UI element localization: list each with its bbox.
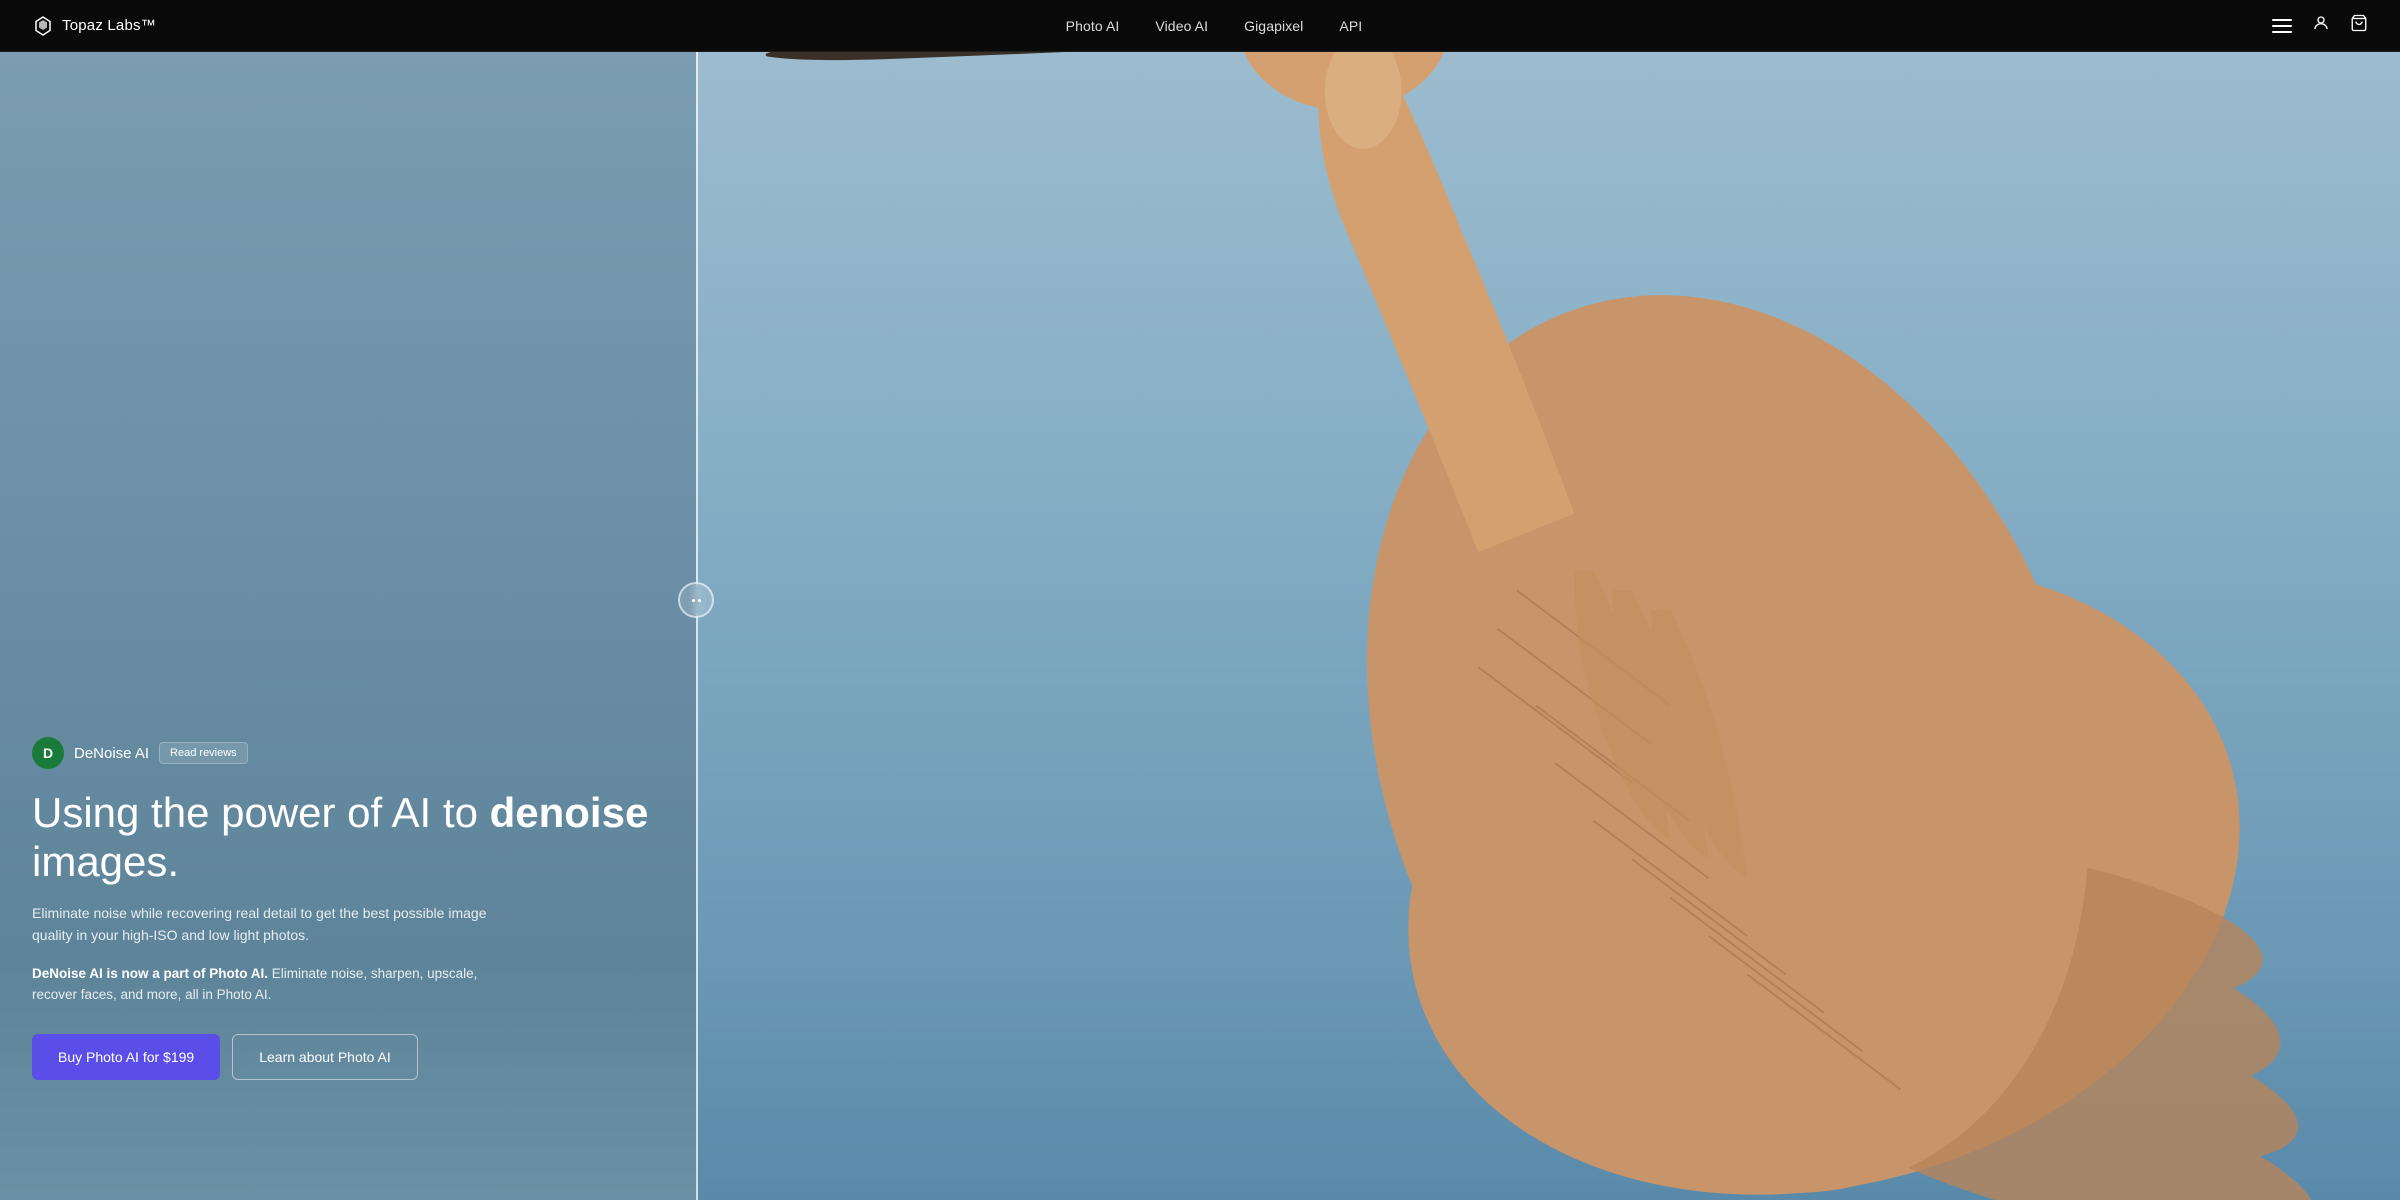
menu-icon[interactable] <box>2272 19 2292 33</box>
navigation: Topaz Labs™ Photo AI Video AI Gigapixel … <box>0 0 2400 52</box>
read-reviews-button[interactable]: Read reviews <box>159 742 248 764</box>
nav-brand: Topaz Labs™ <box>32 15 156 37</box>
nav-link-gigapixel[interactable]: Gigapixel <box>1244 18 1303 34</box>
nav-link-video-ai[interactable]: Video AI <box>1155 18 1208 34</box>
cart-icon[interactable] <box>2350 14 2368 37</box>
note-bold: DeNoise AI is now a part of Photo AI. <box>32 966 268 981</box>
hero-section: D DeNoise AI Read reviews Using the powe… <box>0 0 2400 1200</box>
topaz-logo-icon <box>32 15 54 37</box>
nav-logo-text: Topaz Labs™ <box>62 17 156 34</box>
learn-button[interactable]: Learn about Photo AI <box>232 1034 418 1080</box>
nav-links: Photo AI Video AI Gigapixel API <box>1066 18 1363 34</box>
product-name-label: DeNoise AI <box>74 745 149 762</box>
headline-plain: Using the power of AI to <box>32 789 490 836</box>
hero-cta-buttons: Buy Photo AI for $199 Learn about Photo … <box>32 1034 696 1080</box>
hero-content: D DeNoise AI Read reviews Using the powe… <box>0 52 696 1200</box>
product-badge: D DeNoise AI Read reviews <box>32 737 696 769</box>
headline-end: images. <box>32 838 179 885</box>
hero-subtext: Eliminate noise while recovering real de… <box>32 902 492 947</box>
denoise-product-icon: D <box>32 737 64 769</box>
nav-actions <box>2272 14 2368 37</box>
nav-link-photo-ai[interactable]: Photo AI <box>1066 18 1120 34</box>
hero-bird-image <box>672 0 2400 1200</box>
account-icon[interactable] <box>2312 14 2330 37</box>
buy-button[interactable]: Buy Photo AI for $199 <box>32 1034 220 1080</box>
hero-note: DeNoise AI is now a part of Photo AI. El… <box>32 963 492 1006</box>
hero-headline: Using the power of AI to denoise images. <box>32 789 696 886</box>
headline-bold: denoise <box>490 789 649 836</box>
nav-link-api[interactable]: API <box>1339 18 1362 34</box>
